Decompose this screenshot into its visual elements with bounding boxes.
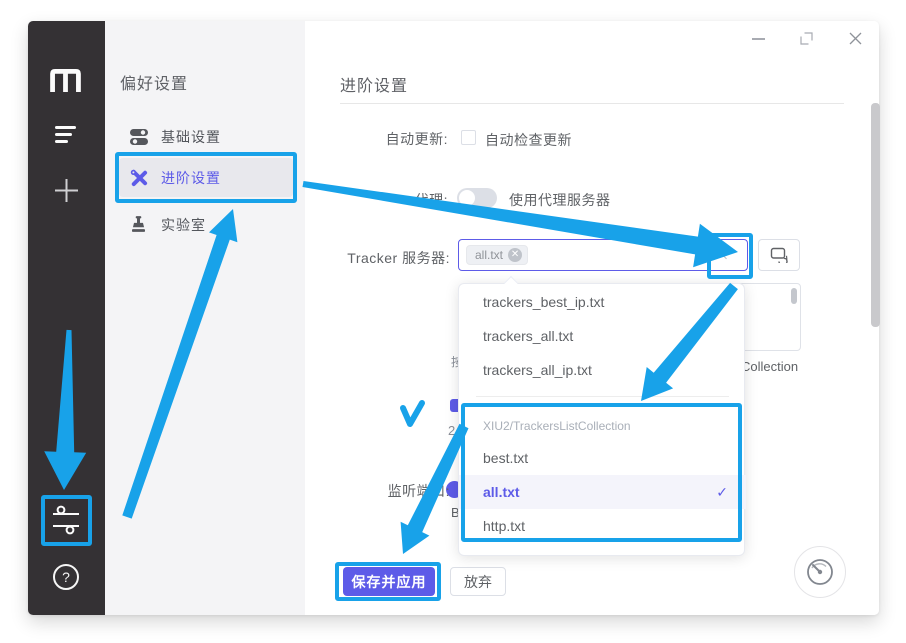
annotation-box-chevron (707, 233, 753, 279)
annotation-box-advanced-item (115, 152, 297, 203)
minimize-icon (752, 38, 765, 40)
title-divider (340, 103, 844, 104)
maximize-icon (800, 32, 813, 45)
page-title: 进阶设置 (340, 72, 408, 96)
tag-label: all.txt (475, 248, 503, 262)
proxy-toggle[interactable] (457, 188, 497, 208)
annotation-box-save-button (335, 562, 441, 601)
number-fragment: 2 (448, 423, 455, 438)
preferences-sidebar (105, 21, 305, 615)
minimize-button[interactable] (749, 30, 767, 48)
dropdown-option[interactable]: trackers_best_ip.txt (459, 285, 746, 319)
sidebar-item-basic[interactable]: 基础设置 (119, 117, 293, 156)
listen-port-label: 监听端口: (330, 481, 450, 501)
annotation-box-dropdown-group (461, 403, 742, 542)
auto-update-checkbox[interactable] (461, 130, 476, 145)
sidebar-item-label: 基础设置 (161, 127, 221, 147)
dropdown-divider (476, 396, 729, 397)
collection-label-fragment: Collection (741, 359, 798, 374)
tracker-select[interactable]: all.txt ✕ (458, 239, 748, 271)
preferences-title: 偏好设置 (120, 70, 188, 94)
textarea-scrollbar[interactable] (791, 288, 797, 304)
add-task-icon[interactable] (54, 178, 79, 208)
sync-icon (770, 247, 788, 263)
motrix-logo (50, 69, 81, 97)
toggles-icon (129, 129, 148, 145)
tracker-label: Tracker 服务器: (330, 248, 450, 268)
tracker-tag: all.txt ✕ (466, 245, 528, 265)
sidebar-item-lab[interactable]: 实验室 (119, 205, 293, 244)
main-scrollbar[interactable] (871, 103, 880, 327)
annotation-box-preferences-icon (41, 495, 92, 546)
toggle-knob (459, 190, 475, 206)
close-icon (849, 32, 862, 45)
stamp-icon (129, 216, 148, 233)
maximize-button[interactable] (797, 29, 815, 47)
proxy-toggle-label[interactable]: 使用代理服务器 (509, 190, 611, 210)
app-canvas: ? 偏好设置 基础设置 进阶设置 实验室 进阶设置 自动更新: 自动检查更新 代… (0, 0, 906, 643)
speedometer-icon (803, 555, 837, 589)
discard-button[interactable]: 放弃 (450, 567, 506, 596)
sync-trackers-button[interactable] (758, 239, 800, 271)
sidebar-item-label: 实验室 (161, 215, 206, 235)
tag-remove-icon[interactable]: ✕ (508, 248, 522, 262)
auto-update-checkbox-label[interactable]: 自动检查更新 (485, 130, 572, 150)
close-button[interactable] (846, 29, 864, 47)
auto-update-label: 自动更新: (330, 129, 448, 149)
dropdown-option[interactable]: trackers_all_ip.txt (459, 353, 746, 387)
speed-limit-button[interactable] (794, 546, 846, 598)
proxy-label: 代理: (330, 190, 448, 210)
dropdown-option[interactable]: trackers_all.txt (459, 319, 746, 353)
question-icon: ? (62, 569, 70, 585)
letter-fragment: B (451, 505, 458, 521)
task-list-icon[interactable] (55, 126, 77, 147)
discard-label: 放弃 (464, 572, 492, 592)
help-button[interactable]: ? (53, 564, 79, 590)
text-sliver-fragment: 按〈 (451, 356, 458, 384)
